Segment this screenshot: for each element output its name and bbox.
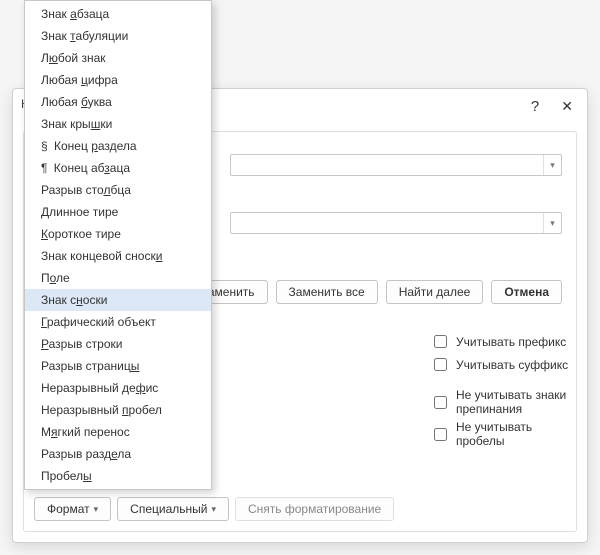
menu-item[interactable]: Знак концевой сноски bbox=[25, 245, 211, 267]
check-suffix[interactable]: Учитывать суффикс bbox=[430, 355, 568, 374]
menu-item[interactable]: Мягкий перенос bbox=[25, 421, 211, 443]
format-menu-button[interactable]: Формат bbox=[34, 497, 111, 521]
checkbox-icon[interactable] bbox=[434, 428, 447, 441]
check-label: Учитывать префикс bbox=[456, 335, 566, 349]
menu-item[interactable]: Знак абзаца bbox=[25, 3, 211, 25]
menu-item[interactable]: Разрыв раздела bbox=[25, 443, 211, 465]
menu-item[interactable]: Пробелы bbox=[25, 465, 211, 487]
menu-item[interactable]: § Конец раздела bbox=[25, 135, 211, 157]
checkbox-icon[interactable] bbox=[434, 335, 447, 348]
cancel-button[interactable]: Отмена bbox=[491, 280, 562, 304]
menu-item[interactable]: Графический объект bbox=[25, 311, 211, 333]
ignore-checks: Не учитывать знаки препинания Не учитыва… bbox=[430, 388, 576, 452]
check-ignore-spaces[interactable]: Не учитывать пробелы bbox=[430, 420, 576, 448]
find-next-button[interactable]: Найти далее bbox=[386, 280, 484, 304]
checkbox-icon[interactable] bbox=[434, 396, 447, 409]
menu-item[interactable]: Неразрывный пробел bbox=[25, 399, 211, 421]
check-ignore-punct[interactable]: Не учитывать знаки препинания bbox=[430, 388, 576, 416]
menu-item[interactable]: Знак крышки bbox=[25, 113, 211, 135]
replace-combo[interactable]: ▾ bbox=[230, 212, 562, 234]
menu-item[interactable]: Разрыв строки bbox=[25, 333, 211, 355]
chevron-down-icon[interactable]: ▾ bbox=[543, 213, 561, 233]
check-label: Не учитывать знаки препинания bbox=[456, 388, 576, 416]
menu-item[interactable]: Разрыв столбца bbox=[25, 179, 211, 201]
special-menu-button[interactable]: Специальный bbox=[117, 497, 229, 521]
action-buttons: Заменить Заменить все Найти далее Отмена bbox=[188, 280, 562, 304]
find-combo[interactable]: ▾ bbox=[230, 154, 562, 176]
chevron-down-icon[interactable]: ▾ bbox=[543, 155, 561, 175]
check-label: Учитывать суффикс bbox=[456, 358, 568, 372]
check-prefix[interactable]: Учитывать префикс bbox=[430, 332, 568, 351]
menu-item[interactable]: ¶ Конец абзаца bbox=[25, 157, 211, 179]
bottom-toolbar: Формат Специальный Снять форматирование bbox=[34, 497, 394, 521]
menu-item[interactable]: Знак сноски bbox=[25, 289, 211, 311]
checkbox-icon[interactable] bbox=[434, 358, 447, 371]
replace-all-button[interactable]: Заменить все bbox=[276, 280, 378, 304]
menu-item[interactable]: Разрыв страницы bbox=[25, 355, 211, 377]
special-characters-menu[interactable]: Знак абзацаЗнак табуляцииЛюбой знакЛюбая… bbox=[24, 0, 212, 490]
menu-item[interactable]: Поле bbox=[25, 267, 211, 289]
menu-item[interactable]: Любая цифра bbox=[25, 69, 211, 91]
menu-item[interactable]: Длинное тире bbox=[25, 201, 211, 223]
check-label: Не учитывать пробелы bbox=[456, 420, 576, 448]
close-button[interactable]: ✕ bbox=[557, 98, 577, 115]
menu-item[interactable]: Любой знак bbox=[25, 47, 211, 69]
menu-item[interactable]: Любая буква bbox=[25, 91, 211, 113]
menu-item[interactable]: Короткое тире bbox=[25, 223, 211, 245]
menu-item[interactable]: Знак табуляции bbox=[25, 25, 211, 47]
no-formatting-button[interactable]: Снять форматирование bbox=[235, 497, 394, 521]
affix-checks: Учитывать префикс Учитывать суффикс bbox=[430, 332, 568, 378]
help-button[interactable]: ? bbox=[531, 98, 539, 115]
menu-item[interactable]: Неразрывный дефис bbox=[25, 377, 211, 399]
